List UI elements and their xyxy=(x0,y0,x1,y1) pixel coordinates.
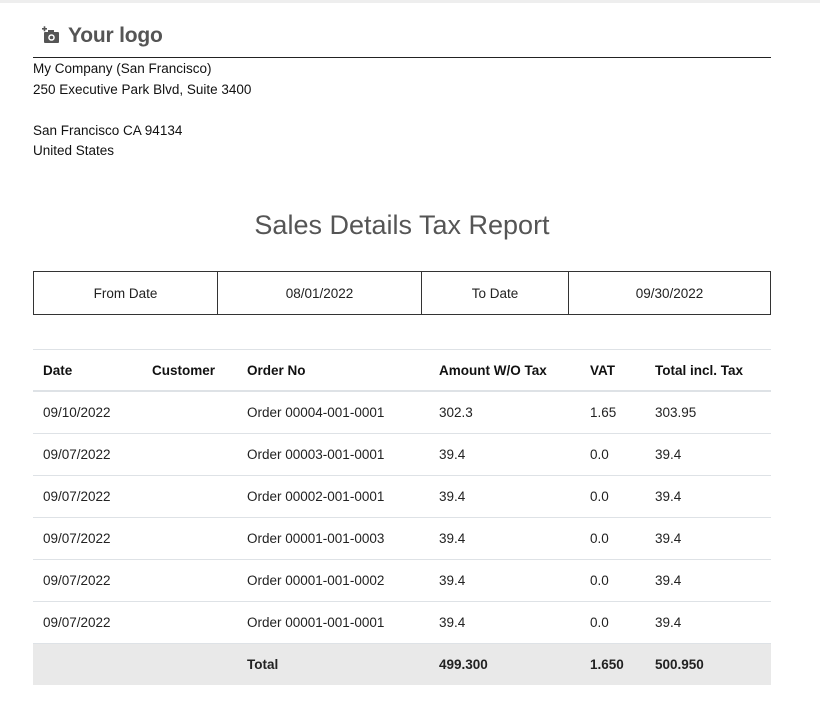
cell-vat: 0.0 xyxy=(580,601,645,644)
column-header-order-no: Order No xyxy=(237,349,429,392)
from-date-label: From Date xyxy=(33,271,218,315)
camera-icon xyxy=(42,26,62,46)
table-row: 09/07/2022 Order 00002-001-0001 39.4 0.0… xyxy=(33,475,771,518)
cell-vat: 0.0 xyxy=(580,559,645,602)
cell-customer xyxy=(142,391,237,434)
date-range-row: From Date 08/01/2022 To Date 09/30/2022 xyxy=(33,271,771,315)
to-date-value: 09/30/2022 xyxy=(568,271,771,315)
table-row: 09/10/2022 Order 00004-001-0001 302.3 1.… xyxy=(33,391,771,434)
company-city: San Francisco CA 94134 xyxy=(33,122,183,138)
company-name: My Company (San Francisco) xyxy=(33,61,212,76)
cell-vat: 0.0 xyxy=(580,517,645,560)
total-cell-customer xyxy=(142,643,237,685)
cell-order-no: Order 00002-001-0001 xyxy=(237,475,429,518)
column-header-vat: VAT xyxy=(580,349,645,392)
cell-total: 39.4 xyxy=(645,559,771,602)
company-street: 250 Executive Park Blvd, Suite 3400 xyxy=(33,81,252,97)
cell-amount: 39.4 xyxy=(429,433,580,476)
sales-lines-table: Date Customer Order No Amount W/O Tax VA… xyxy=(33,349,771,685)
cell-amount: 39.4 xyxy=(429,517,580,560)
cell-vat: 0.0 xyxy=(580,475,645,518)
cell-amount: 39.4 xyxy=(429,559,580,602)
company-country: United States xyxy=(33,143,115,158)
cell-total: 39.4 xyxy=(645,433,771,476)
top-bar xyxy=(0,0,820,3)
cell-order-no: Order 00001-001-0003 xyxy=(237,517,429,560)
column-header-date: Date xyxy=(33,349,142,392)
column-header-amount: Amount W/O Tax xyxy=(429,349,580,392)
cell-amount: 302.3 xyxy=(429,391,580,434)
table-row: 09/07/2022 Order 00001-001-0002 39.4 0.0… xyxy=(33,559,771,602)
cell-customer xyxy=(142,475,237,518)
company-logo: Your logo xyxy=(42,24,163,48)
header-divider xyxy=(33,57,771,58)
cell-amount: 39.4 xyxy=(429,601,580,644)
total-amount: 499.300 xyxy=(429,643,580,685)
cell-order-no: Order 00001-001-0001 xyxy=(237,601,429,644)
cell-date: 09/07/2022 xyxy=(33,433,142,476)
table-row: 09/07/2022 Order 00001-001-0003 39.4 0.0… xyxy=(33,517,771,560)
cell-total: 303.95 xyxy=(645,391,771,434)
address-spacer xyxy=(33,100,251,121)
cell-order-no: Order 00004-001-0001 xyxy=(237,391,429,434)
cell-total: 39.4 xyxy=(645,601,771,644)
cell-customer xyxy=(142,517,237,560)
cell-customer xyxy=(142,559,237,602)
column-header-customer: Customer xyxy=(142,349,237,392)
date-range-table: From Date 08/01/2022 To Date 09/30/2022 xyxy=(33,271,771,315)
cell-amount: 39.4 xyxy=(429,475,580,518)
total-cell-date xyxy=(33,643,142,685)
column-header-total: Total incl. Tax xyxy=(645,349,771,392)
table-row: 09/07/2022 Order 00001-001-0001 39.4 0.0… xyxy=(33,601,771,644)
from-date-value: 08/01/2022 xyxy=(217,271,422,315)
company-address: My Company (San Francisco) 250 Executive… xyxy=(33,59,251,162)
total-label: Total xyxy=(237,643,429,685)
cell-date: 09/07/2022 xyxy=(33,475,142,518)
cell-date: 09/07/2022 xyxy=(33,517,142,560)
logo-text: Your logo xyxy=(68,24,163,47)
total-vat: 1.650 xyxy=(580,643,645,685)
cell-total: 39.4 xyxy=(645,475,771,518)
cell-vat: 0.0 xyxy=(580,433,645,476)
to-date-label: To Date xyxy=(421,271,569,315)
total-row: Total 499.300 1.650 500.950 xyxy=(33,643,771,685)
cell-total: 39.4 xyxy=(645,517,771,560)
cell-date: 09/10/2022 xyxy=(33,391,142,434)
cell-date: 09/07/2022 xyxy=(33,559,142,602)
cell-date: 09/07/2022 xyxy=(33,601,142,644)
cell-order-no: Order 00003-001-0001 xyxy=(237,433,429,476)
cell-vat: 1.65 xyxy=(580,391,645,434)
cell-order-no: Order 00001-001-0002 xyxy=(237,559,429,602)
total-incl-tax: 500.950 xyxy=(645,643,771,685)
report-title: Sales Details Tax Report xyxy=(254,210,550,240)
table-header-row: Date Customer Order No Amount W/O Tax VA… xyxy=(33,349,771,392)
cell-customer xyxy=(142,601,237,644)
table-row: 09/07/2022 Order 00003-001-0001 39.4 0.0… xyxy=(33,433,771,476)
cell-customer xyxy=(142,433,237,476)
